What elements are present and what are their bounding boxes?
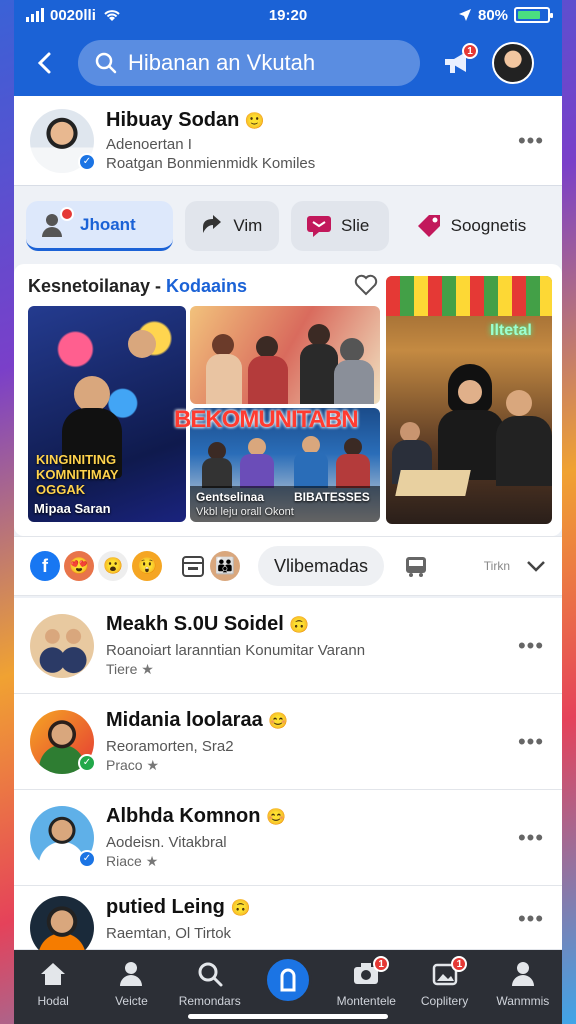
verified-icon: ✓ [78,152,96,171]
nav-gallery[interactable]: 1 Coplitery [405,956,483,1008]
reaction-pill[interactable]: Vlibemadas [258,546,385,586]
list-item-name: Albhda Komnon 😊 [106,805,286,827]
love-reaction-icon[interactable]: 😍 [64,551,94,581]
poster-overlay-text: KINGINITING KOMNITIMAY OGGAK [36,452,119,497]
photo-game-night[interactable]: Iltetal [386,276,552,524]
list-item[interactable]: Meakh S.0U Soidel 🙃 Roanoiart laranntian… [14,598,562,694]
user-avatar[interactable] [492,42,534,84]
carrier-label: 0020lli [50,6,96,24]
profile-line2: Roatgan Bonmienmidk Komiles [106,155,316,172]
nav-camera[interactable]: 1 Montentele [327,956,405,1008]
search-bar[interactable]: Hibanan an Vkutah [78,40,420,86]
poster-caption: Mipaa Saran [34,501,111,516]
share-icon [203,215,222,233]
search-icon [198,962,223,987]
app-frame: 0020lli 19:20 80% Hibanan an Vkutah 1 ✓ … [14,0,562,1024]
list-item-name: Meakh S.0U Soidel 🙃 [106,613,310,635]
battery-icon [514,7,554,23]
profile-card[interactable]: ✓ Hibuay Sodan 🙂 Adenoertan I Roatgan Bo… [14,96,562,186]
signal-icon [26,8,44,22]
camera-badge: 1 [373,956,390,972]
community-banner-text: BEKOMUNITABN [174,406,359,433]
nav-search[interactable]: Remondars [171,958,249,1008]
message-icon [307,216,332,237]
list-item-meta: Riace ★ [106,853,159,869]
haha-reaction-icon[interactable]: 😲 [132,551,162,581]
verified-icon: ✓ [78,753,96,772]
list-item-meta: Praco ★ [106,757,160,773]
search-text: Hibanan an Vkutah [128,50,316,75]
list-avatar: ✓ [30,709,96,774]
list-item-name: Midania loolaraa 😊 [106,709,289,731]
battery-percent: 80% [477,6,509,24]
more-options-icon[interactable]: ••• [516,729,546,755]
nav-people[interactable]: Veicte [92,958,170,1008]
profile-icon [511,962,534,986]
meeting-subcaption: Vkbl leju orall Okont [196,506,294,518]
wow-reaction-icon[interactable]: 😮 [98,551,128,581]
notifications-button[interactable]: 1 [438,43,478,83]
photo-family-group[interactable] [190,306,380,404]
list-avatar [30,613,94,678]
search-icon [95,52,117,74]
notification-badge: 1 [462,43,478,59]
tag-icon [417,215,440,237]
home-icon [41,963,66,985]
list-item-subtitle: Aodeisn. Vitakbral [106,834,227,851]
more-options-icon[interactable]: ••• [516,825,546,851]
more-options-icon[interactable]: ••• [516,906,546,932]
heart-icon[interactable] [354,274,378,296]
profile-line1: Adenoertan I [106,136,192,153]
wifi-icon [104,10,120,21]
tab-jhoant[interactable]: Jhoant [26,201,174,251]
top-header: Hibanan an Vkutah 1 [14,30,562,96]
list-item-subtitle: Raemtan, Ol Tirtok [106,925,232,942]
status-bar: 0020lli 19:20 80% [14,0,562,30]
create-icon [263,956,312,1004]
people-icon [120,962,143,986]
group-emoji-icon[interactable]: 👪 [210,551,240,581]
calendar-icon[interactable] [180,553,206,579]
groups-icon [40,206,74,239]
profile-name: Hibuay Sodan 🙂 [106,109,265,131]
bus-icon[interactable] [402,552,430,580]
home-indicator [188,1014,388,1019]
more-options-icon[interactable]: ••• [516,633,546,659]
list-item-subtitle: Reoramorten, Sra2 [106,738,234,755]
list-item-meta: Tiere ★ [106,661,154,677]
chevron-down-icon[interactable] [526,559,546,573]
more-options-icon[interactable]: ••• [516,128,546,154]
nav-create[interactable] [249,956,327,1004]
list-avatar: ✓ [30,805,96,870]
photo-community-poster[interactable]: KINGINITING KOMNITIMAY OGGAK Mipaa Saran [28,306,186,522]
meeting-caption-1: Gentselinaa [196,490,265,504]
reaction-small-label: Tirkn [483,559,510,573]
verified-icon: ✓ [78,849,96,868]
list-item[interactable]: ✓ Midania loolaraa 😊 Reoramorten, Sra2 P… [14,694,562,790]
back-button[interactable] [26,45,62,81]
neon-sign: Iltetal [490,322,532,339]
list-item[interactable]: ✓ Albhda Komnon 😊 Aodeisn. Vitakbral Ria… [14,790,562,886]
list-item-subtitle: Roanoiart laranntian Konumitar Varann [106,642,366,659]
nav-profile[interactable]: Wanmmis [484,958,562,1008]
tab-soognetis[interactable]: Soognetis [401,201,550,251]
tab-slie[interactable]: Slie [291,201,389,251]
tab-vim[interactable]: Vim [185,201,280,251]
bottom-navigation: Hodal Veicte Remondars 1 Montentele 1 Co… [14,950,562,1024]
gallery-badge: 1 [451,956,468,972]
list-item[interactable]: putied Leing 🙃 Raemtan, Ol Tirtok ••• [14,886,562,960]
clock: 19:20 [268,6,308,24]
list-item-name: putied Leing 🙃 [106,896,251,918]
tab-bar: Jhoant Vim Slie Soognetis [14,190,562,262]
nav-home[interactable]: Hodal [14,958,92,1008]
meeting-caption-2: BIBATESSES [294,490,370,504]
profile-avatar: ✓ [30,108,96,173]
back-chevron-icon [37,52,51,74]
facebook-icon[interactable]: f [30,551,60,581]
featured-title: Kesnetoilanay - Kodaains [28,276,248,296]
reactions-bar: f 😍 😮 😲 👪 Vlibemadas Tirkn [14,536,562,596]
featured-post[interactable]: Kesnetoilanay - Kodaains KINGINITING KOM… [14,264,562,536]
location-icon [458,9,471,21]
